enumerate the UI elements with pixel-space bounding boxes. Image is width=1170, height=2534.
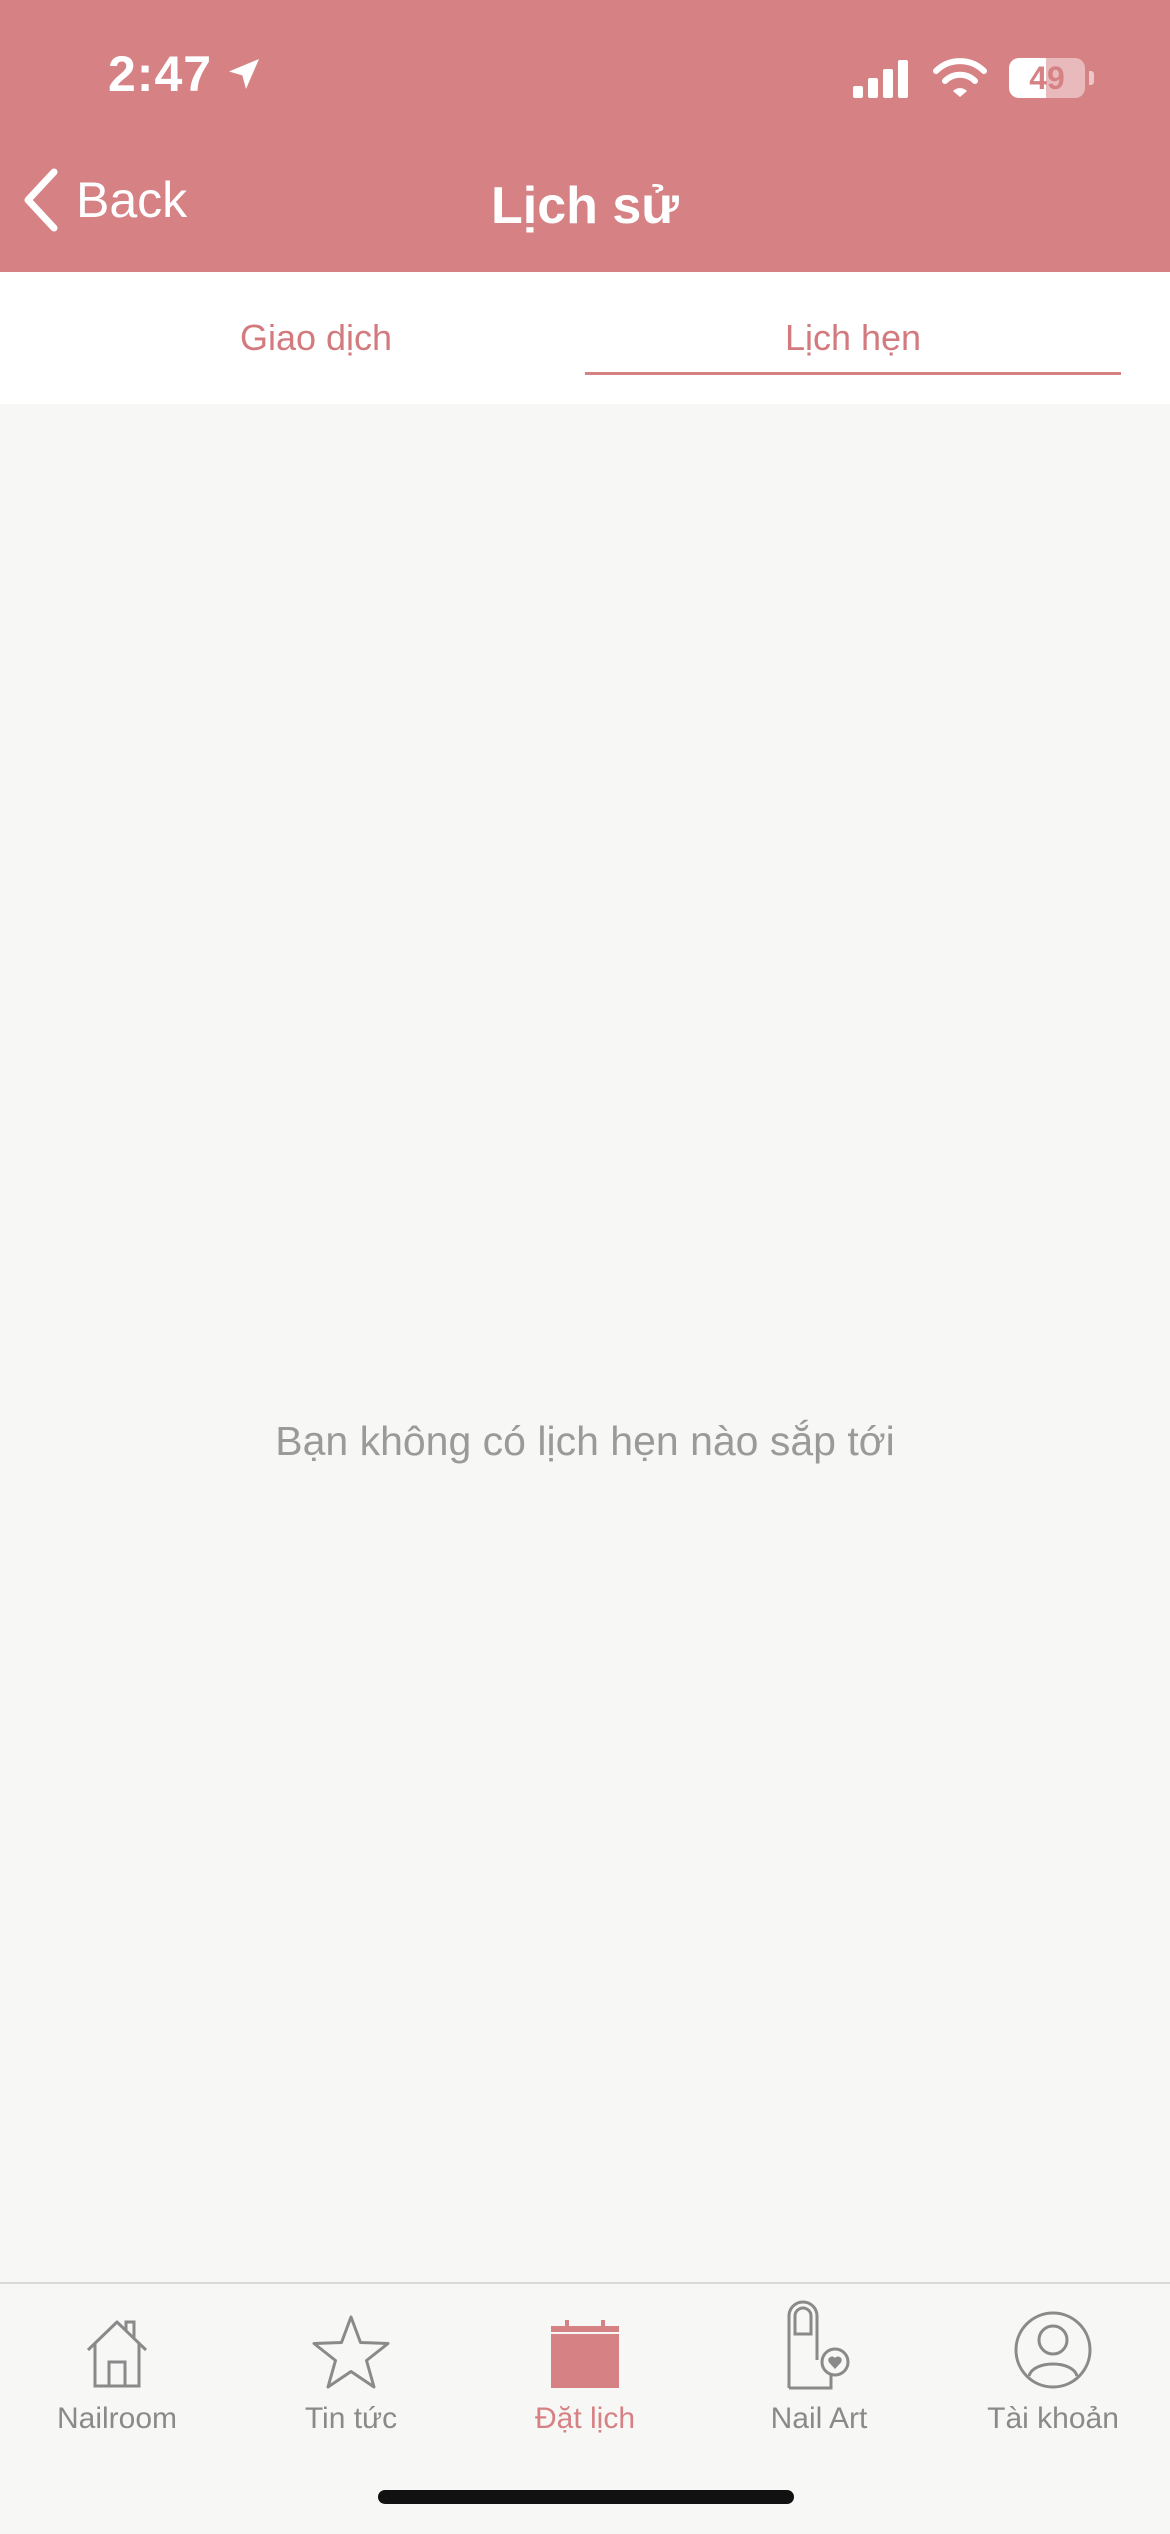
page-title: Lịch sử — [491, 177, 679, 235]
tabbar-label-booking: Đặt lịch — [534, 2402, 636, 2435]
header: 2:47 49 Back Lịch sử — [0, 0, 1170, 272]
tabbar-label-nailroom: Nailroom — [56, 2402, 178, 2435]
tabbar-item-nailroom[interactable]: Nailroom — [0, 2298, 234, 2448]
tabbar-item-nail-art[interactable]: Nail Art — [702, 2298, 936, 2448]
tabbar-item-news[interactable]: Tin tức — [234, 2298, 468, 2448]
home-indicator — [378, 2490, 794, 2504]
tabbar-item-booking[interactable]: Đặt lịch — [468, 2298, 702, 2448]
status-time: 2:47 — [108, 45, 264, 103]
house-icon — [86, 2320, 148, 2388]
empty-state-message: Bạn không có lịch hẹn nào sắp tới — [275, 1418, 895, 1464]
status-time-text: 2:47 — [108, 46, 213, 102]
calendar-icon — [551, 2320, 619, 2388]
user-icon — [1014, 2311, 1092, 2389]
nail-icon — [787, 2300, 850, 2390]
tabbar-item-account[interactable]: Tài khoản — [936, 2298, 1170, 2448]
wifi-icon — [933, 58, 987, 97]
tab-transactions[interactable]: Giao dịch — [50, 272, 582, 404]
tabbar-label-news: Tin tức — [304, 2402, 398, 2435]
active-tab-indicator — [585, 372, 1121, 375]
segment-tabs: Giao dịch Lịch hẹn — [0, 272, 1170, 404]
star-icon — [312, 2315, 390, 2389]
battery-cap — [1089, 71, 1094, 85]
tabbar-label-nail-art: Nail Art — [770, 2402, 868, 2435]
battery-icon: 49 — [1009, 58, 1085, 98]
status-icons: 49 — [853, 58, 1094, 98]
tabbar-label-account: Tài khoản — [987, 2402, 1119, 2435]
tab-appointments[interactable]: Lịch hẹn — [585, 272, 1121, 404]
location-arrow-icon — [229, 59, 260, 89]
cellular-signal-icon — [853, 60, 908, 98]
battery-percentage: 49 — [1029, 59, 1065, 96]
